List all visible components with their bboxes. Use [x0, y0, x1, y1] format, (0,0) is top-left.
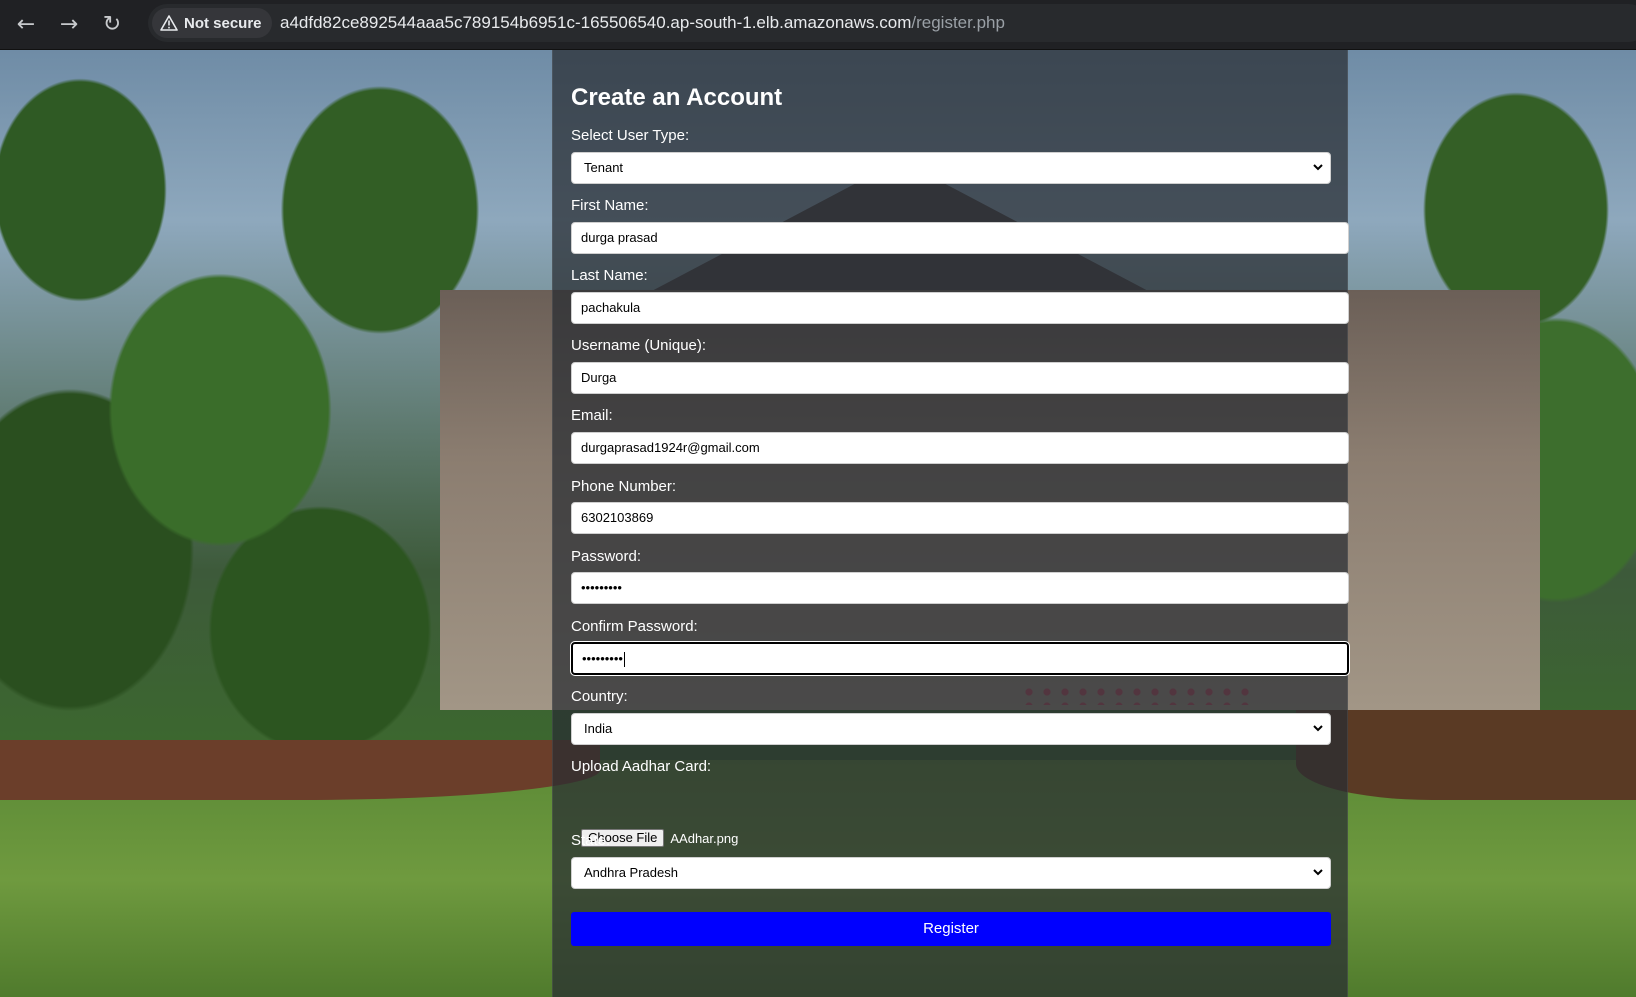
state-label: State:	[571, 832, 611, 849]
first-name-label: First Name:	[571, 197, 649, 214]
last-name-label: Last Name:	[571, 267, 648, 284]
security-indicator[interactable]: Not secure	[152, 8, 272, 38]
email-value: durgaprasad1924r@gmail.com	[581, 440, 760, 455]
password-value: •••••••••	[581, 580, 622, 595]
chevron-down-icon	[1313, 869, 1323, 876]
security-label: Not secure	[184, 14, 262, 32]
confirm-password-input[interactable]: •••••••••	[570, 641, 1350, 676]
flower-bed-left	[0, 740, 600, 800]
selected-file-name: AAdhar.png	[670, 830, 739, 846]
country-value: India	[584, 721, 613, 736]
chevron-down-icon	[1313, 164, 1323, 171]
user-type-label: Select User Type:	[571, 127, 690, 144]
last-name-input[interactable]: pachakula	[571, 292, 1349, 324]
page-title: Create an Account	[571, 84, 783, 111]
address-bar[interactable]: Not secure a4dfd82ce892544aaa5c789154b69…	[148, 4, 1636, 42]
email-input[interactable]: durgaprasad1924r@gmail.com	[571, 432, 1349, 464]
username-label: Username (Unique):	[571, 337, 707, 354]
country-label: Country:	[571, 688, 628, 705]
text-caret	[623, 652, 625, 668]
user-type-value: Tenant	[584, 160, 624, 175]
last-name-value: pachakula	[581, 300, 641, 315]
back-button[interactable]: ←	[10, 9, 42, 41]
username-value: Durga	[581, 370, 617, 385]
user-type-select[interactable]: Tenant	[571, 152, 1331, 184]
registration-form: Create an Account Select User Type: Tena…	[552, 50, 1350, 997]
warning-icon	[160, 15, 178, 31]
first-name-input[interactable]: durga prasad	[571, 222, 1349, 254]
arrow-right-icon: →	[59, 12, 79, 37]
aadhar-label: Upload Aadhar Card:	[571, 758, 712, 775]
first-name-value: durga prasad	[581, 230, 658, 245]
country-select[interactable]: India	[571, 713, 1331, 745]
browser-toolbar: ← → ↻ Not secure a4dfd82ce892544aaa5c789…	[0, 0, 1636, 50]
phone-value: 6302103869	[581, 510, 654, 525]
phone-input[interactable]: 6302103869	[571, 502, 1349, 534]
arrow-left-icon: ←	[16, 12, 36, 37]
username-input[interactable]: Durga	[571, 362, 1349, 394]
confirm-password-value: •••••••••	[582, 651, 623, 666]
password-input[interactable]: •••••••••	[571, 572, 1349, 604]
url-path: /register.php	[911, 13, 1005, 32]
email-label: Email:	[571, 407, 613, 424]
chevron-down-icon	[1313, 725, 1323, 732]
password-label: Password:	[571, 548, 642, 565]
phone-label: Phone Number:	[571, 478, 677, 495]
state-value: Andhra Pradesh	[584, 865, 678, 880]
forward-button[interactable]: →	[53, 9, 85, 41]
register-button[interactable]: Register	[571, 912, 1331, 946]
reload-button[interactable]: ↻	[96, 9, 128, 41]
url-text[interactable]: a4dfd82ce892544aaa5c789154b6951c-1655065…	[280, 4, 1005, 42]
url-host: a4dfd82ce892544aaa5c789154b6951c-1655065…	[280, 13, 912, 32]
confirm-password-label: Confirm Password:	[571, 618, 698, 635]
reload-icon: ↻	[102, 12, 122, 37]
state-select[interactable]: Andhra Pradesh	[571, 857, 1331, 889]
